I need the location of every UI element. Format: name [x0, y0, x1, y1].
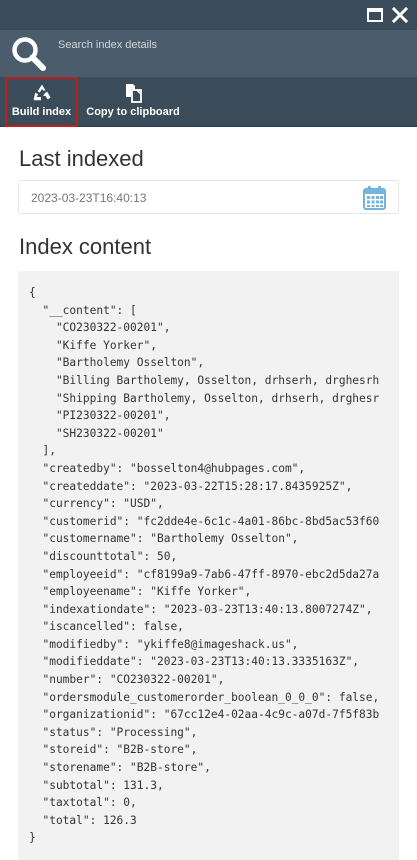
last-indexed-date-field[interactable]: 2023-03-23T16:40:13	[18, 180, 399, 214]
search-bar	[0, 30, 417, 77]
code-line: ],	[29, 444, 56, 458]
recycle-icon	[32, 83, 52, 103]
copy-to-clipboard-button[interactable]: Copy to clipboard	[86, 77, 180, 127]
code-line: "createddate": "2023-03-22T15:28:17.8435…	[29, 479, 353, 493]
code-line: "indexationdate": "2023-03-23T13:40:13.8…	[29, 602, 373, 616]
build-index-label: Build index	[11, 106, 72, 118]
code-line: "iscancelled": false,	[29, 620, 184, 634]
code-line: "subtotal": 131.3,	[29, 778, 164, 792]
code-line: "taxtotal": 0,	[29, 796, 137, 810]
code-line: "discounttotal": 50,	[29, 549, 178, 563]
code-line: "total": 126.3	[29, 813, 137, 827]
code-line: "ordersmodule_customerorder_boolean_0_0_…	[29, 690, 380, 704]
code-line: "status": "Processing",	[29, 725, 198, 739]
maximize-icon[interactable]	[366, 6, 384, 24]
code-line: {	[29, 286, 36, 299]
code-line: "PI230322-00201",	[29, 409, 171, 423]
code-line: "Kiffe Yorker",	[29, 338, 157, 352]
code-line: "currency": "USD",	[29, 497, 164, 511]
index-details-panel: Last indexed 2023-03-23T16:40:13 Index c…	[0, 127, 417, 860]
calendar-icon[interactable]	[363, 185, 386, 210]
last-indexed-heading: Last indexed	[19, 146, 144, 171]
search-icon[interactable]	[11, 36, 47, 72]
code-line: "modifieddate": "2023-03-23T13:40:13.333…	[29, 655, 360, 669]
code-line: "modifiedby": "ykiffe8@imageshack.us",	[29, 637, 299, 651]
close-icon[interactable]	[391, 6, 409, 24]
code-line: "number": "CO230322-00201",	[29, 673, 225, 687]
index-content-heading: Index content	[19, 234, 152, 259]
code-line: "organizationid": "67cc12e4-02aa-4c9c-a0…	[29, 708, 380, 722]
code-line: "employeename": "Kiffe Yorker",	[29, 585, 252, 599]
code-line: "Billing Bartholemy, Osselton, drhserh, …	[29, 373, 380, 387]
index-json: { "__content": [ "CO230322-00201", "Kiff…	[29, 284, 379, 847]
toolbar: Build index Copy to clipboard	[0, 77, 417, 127]
code-line: "__content": [	[29, 303, 137, 317]
code-line: "CO230322-00201",	[29, 321, 171, 335]
code-line: "storename": "B2B-store",	[29, 761, 211, 775]
code-line: "SH230322-00201"	[29, 426, 164, 440]
code-line: "createdby": "bosselton4@hubpages.com",	[29, 461, 306, 475]
index-content-code-block[interactable]: { "__content": [ "CO230322-00201", "Kiff…	[18, 271, 399, 860]
code-line: "Shipping Bartholemy, Osselton, drhserh,…	[29, 391, 380, 405]
window-titlebar	[0, 0, 417, 30]
code-line: "employeeid": "cf8199a9-7ab6-47ff-8970-e…	[29, 567, 380, 581]
code-line: "Bartholemy Osselton",	[29, 356, 205, 370]
copy-to-clipboard-label: Copy to clipboard	[86, 106, 180, 118]
build-index-button[interactable]: Build index	[5, 77, 78, 127]
code-line: "customerid": "fc2dde4e-6c1c-4a01-86bc-8…	[29, 514, 380, 528]
last-indexed-value: 2023-03-23T16:40:13	[31, 191, 147, 205]
search-input[interactable]	[58, 35, 398, 55]
code-line: "storeid": "B2B-store",	[29, 743, 198, 757]
code-line: "customername": "Bartholemy Osselton",	[29, 532, 299, 546]
copy-icon	[123, 83, 143, 103]
code-line: }	[29, 831, 36, 845]
